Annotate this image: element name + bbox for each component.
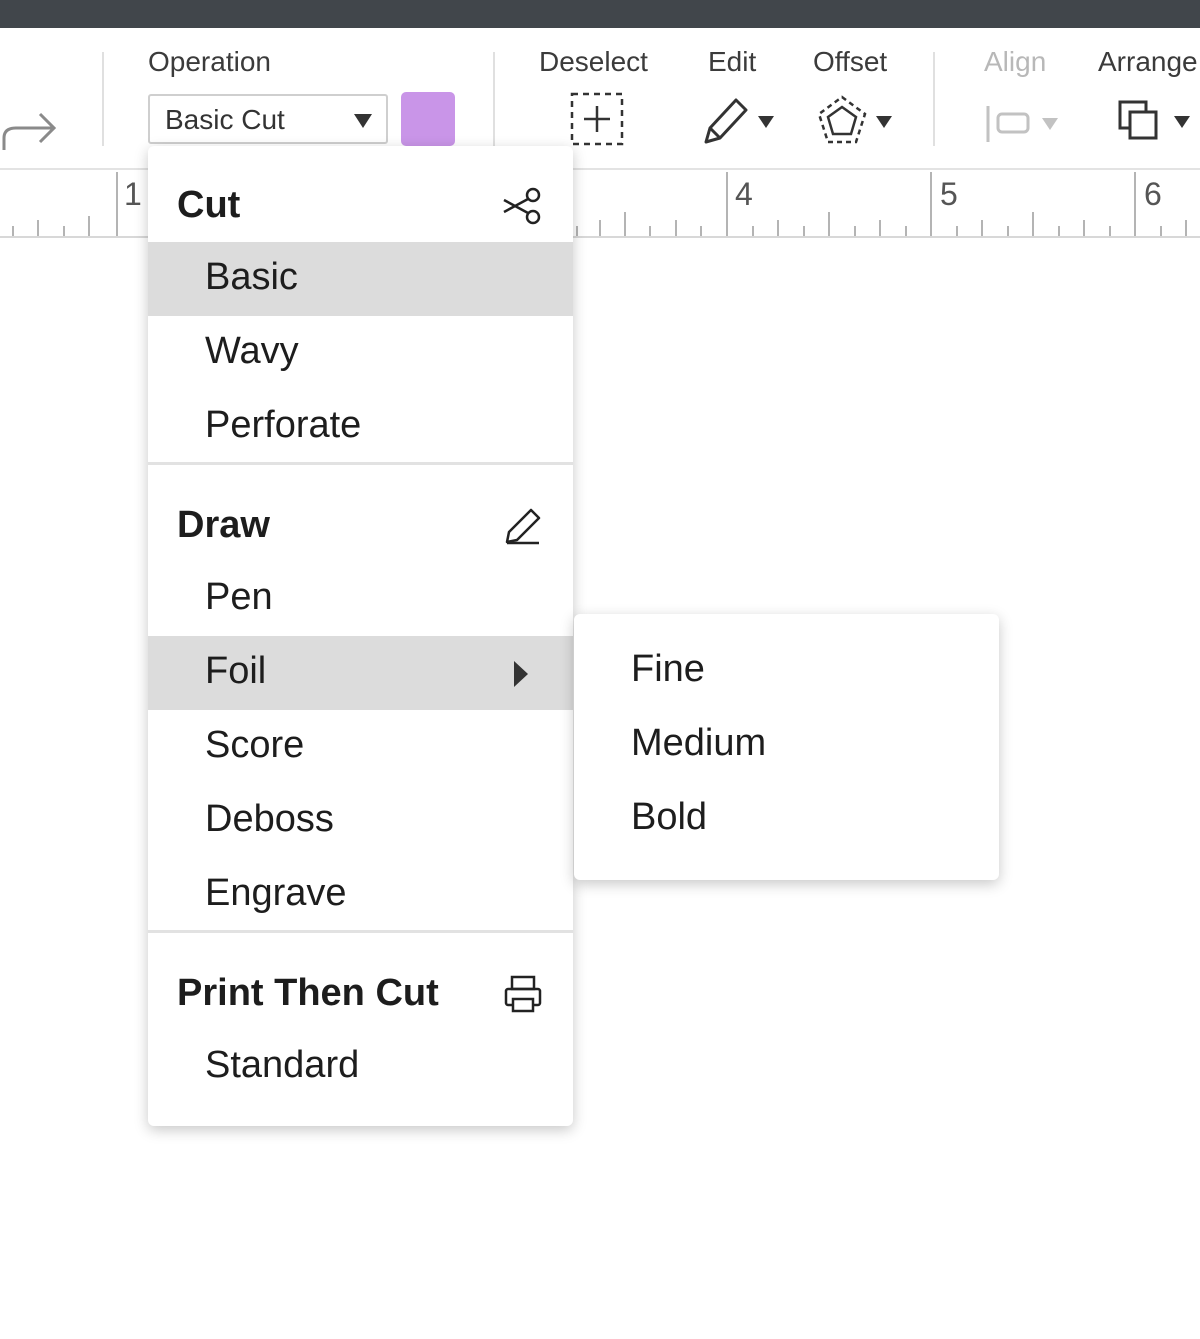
submenu-item-medium[interactable]: Medium bbox=[574, 708, 999, 782]
menu-item-label: Deboss bbox=[205, 798, 334, 840]
section-title: Cut bbox=[177, 184, 241, 226]
align-button[interactable] bbox=[984, 102, 1064, 151]
menu-item-label: Perforate bbox=[205, 404, 362, 446]
menu-item-label: Basic bbox=[205, 256, 298, 298]
align-left-icon bbox=[986, 106, 1058, 142]
ruler-number: 4 bbox=[735, 176, 753, 212]
submenu-item-label: Bold bbox=[631, 796, 708, 838]
scissors-icon bbox=[501, 186, 543, 231]
pen-icon bbox=[503, 506, 543, 551]
menu-item-perforate[interactable]: Perforate bbox=[148, 390, 573, 464]
menu-item-label: Wavy bbox=[205, 330, 299, 372]
section-title: Print Then Cut bbox=[177, 972, 439, 1014]
foil-submenu: Fine Medium Bold bbox=[574, 614, 999, 880]
edit-label: Edit bbox=[708, 46, 757, 77]
menu-item-wavy[interactable]: Wavy bbox=[148, 316, 573, 390]
chevron-down-icon bbox=[354, 114, 372, 128]
offset-icon bbox=[817, 95, 892, 144]
pencil-icon bbox=[704, 98, 774, 144]
offset-button[interactable] bbox=[816, 94, 896, 155]
printer-icon bbox=[503, 974, 543, 1019]
menu-item-basic[interactable]: Basic bbox=[148, 242, 573, 316]
menu-divider bbox=[148, 930, 573, 933]
edit-button[interactable] bbox=[700, 96, 780, 151]
menu-item-score[interactable]: Score bbox=[148, 710, 573, 784]
menu-item-pen[interactable]: Pen bbox=[148, 562, 573, 636]
operation-label: Operation bbox=[148, 46, 271, 77]
arrange-button[interactable] bbox=[1116, 98, 1200, 151]
menu-item-label: Score bbox=[205, 724, 305, 766]
section-title: Draw bbox=[177, 504, 270, 546]
toolbar-divider bbox=[493, 52, 495, 146]
submenu-item-fine[interactable]: Fine bbox=[574, 634, 999, 708]
deselect-button[interactable] bbox=[570, 92, 624, 151]
menu-item-label: Foil bbox=[205, 650, 267, 692]
menu-item-deboss[interactable]: Deboss bbox=[148, 784, 573, 858]
menu-section-cut: Cut bbox=[148, 168, 573, 242]
ruler-number: 6 bbox=[1144, 176, 1162, 212]
arrange-label: Arrange bbox=[1098, 46, 1198, 77]
submenu-item-label: Medium bbox=[631, 722, 767, 764]
operation-menu: Cut Basic Wavy Perforate Draw Pen Foil S… bbox=[148, 146, 573, 1126]
menu-item-label: Engrave bbox=[205, 872, 347, 914]
menu-item-label: Standard bbox=[205, 1044, 360, 1086]
operation-color-swatch[interactable] bbox=[401, 92, 455, 146]
window-top-bar bbox=[0, 0, 1200, 28]
operation-select[interactable]: Basic Cut bbox=[148, 94, 388, 144]
deselect-label: Deselect bbox=[539, 46, 648, 77]
offset-label: Offset bbox=[813, 46, 888, 77]
operation-select-value: Basic Cut bbox=[165, 104, 285, 135]
submenu-item-label: Fine bbox=[631, 648, 705, 690]
toolbar-divider bbox=[933, 52, 935, 146]
menu-section-draw: Draw bbox=[148, 488, 573, 562]
menu-item-foil[interactable]: Foil bbox=[148, 636, 573, 710]
deselect-icon bbox=[570, 92, 624, 146]
menu-item-label: Pen bbox=[205, 576, 273, 618]
menu-divider bbox=[148, 462, 573, 465]
toolbar-divider bbox=[102, 52, 104, 146]
menu-section-print-then-cut: Print Then Cut bbox=[148, 956, 573, 1030]
redo-icon[interactable] bbox=[2, 108, 58, 163]
chevron-right-icon bbox=[514, 661, 528, 687]
arrange-icon bbox=[1118, 100, 1190, 140]
ruler-number: 1 bbox=[124, 176, 142, 212]
menu-item-engrave[interactable]: Engrave bbox=[148, 858, 573, 932]
menu-item-standard[interactable]: Standard bbox=[148, 1030, 573, 1104]
align-label: Align bbox=[984, 46, 1047, 77]
submenu-item-bold[interactable]: Bold bbox=[574, 782, 999, 856]
ruler-number: 5 bbox=[940, 176, 958, 212]
